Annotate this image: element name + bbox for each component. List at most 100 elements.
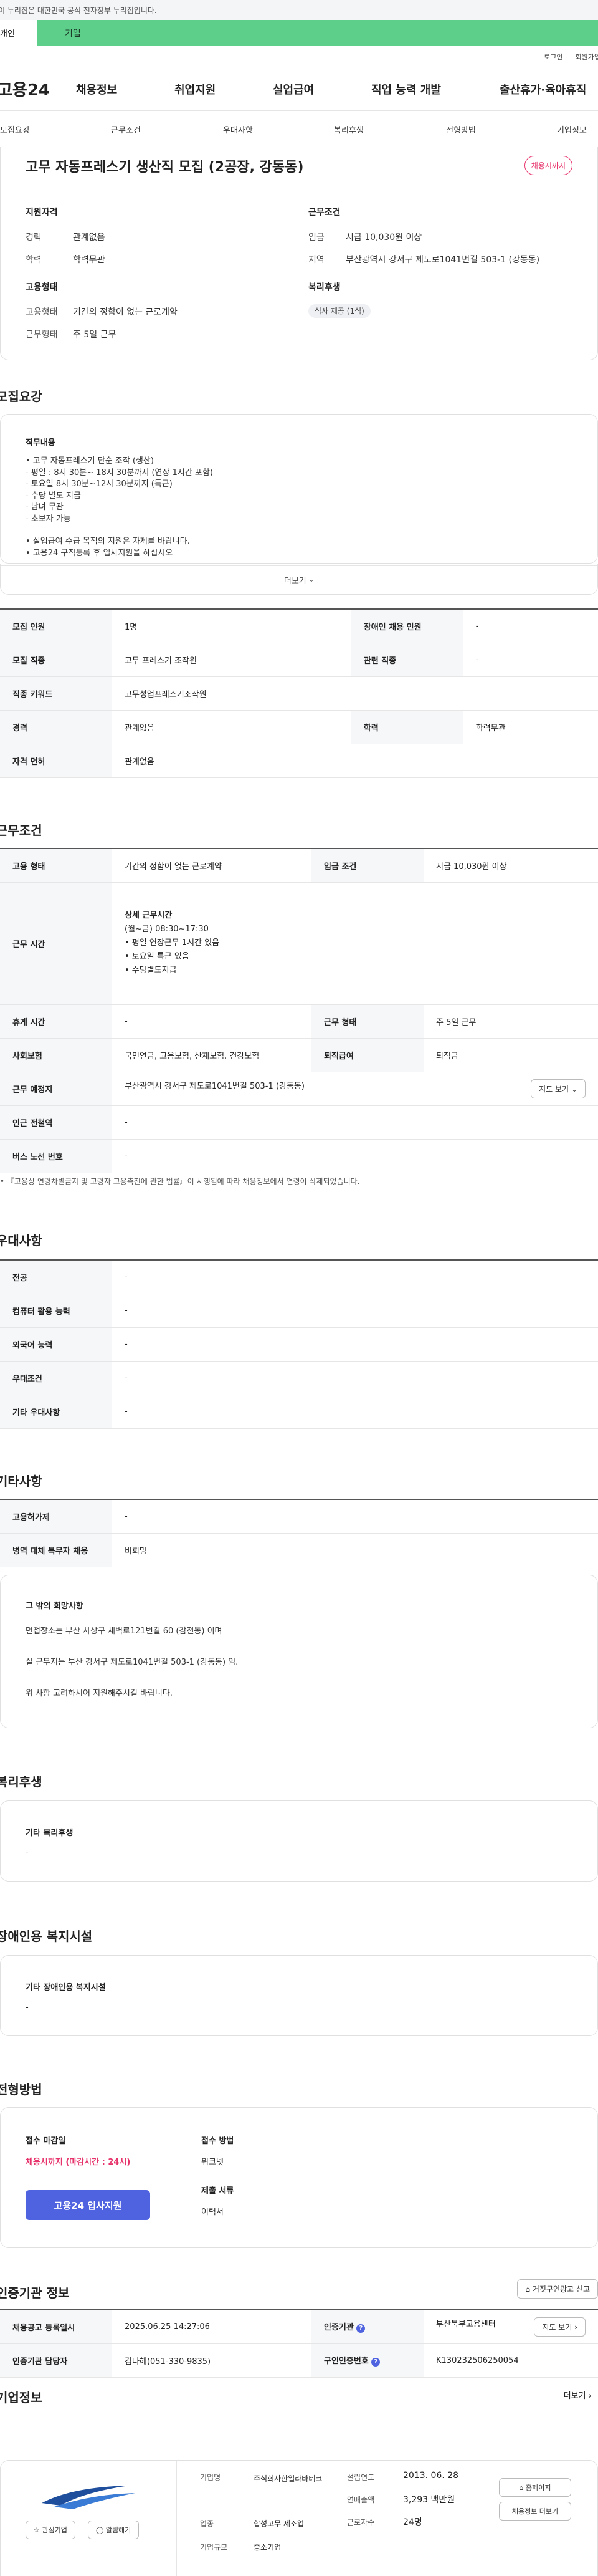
- wage-value: 시급 10,030원 이상: [346, 233, 422, 243]
- education-label: 학력: [351, 710, 463, 744]
- map-view-label: 지도 보기: [539, 1084, 569, 1093]
- disabled-count-value: -: [463, 608, 598, 643]
- subnav-pref[interactable]: 우대사항: [223, 123, 253, 135]
- age-footnote-text: 『고용상 연령차별금지 및 고령자 고용촉진에 관한 법률』이 시행됨에 따라 …: [6, 1177, 360, 1186]
- qualification-heading: 지원자격: [26, 208, 58, 218]
- company-name-label: 기업명: [200, 2473, 221, 2482]
- join-link[interactable]: 회원가입: [576, 52, 598, 62]
- break-value: -: [112, 1004, 311, 1039]
- job-summary-card: 고무 자동프레스기 생산직 모집 (2공장, 강동동) 채용시까지 지원자격 경…: [0, 147, 598, 360]
- disabled-count-label: 장애인 채용 인원: [351, 608, 463, 643]
- manager-label: 인증기관 담당자: [0, 2343, 112, 2378]
- login-link[interactable]: 로그인: [544, 52, 562, 62]
- gnb-item-support[interactable]: 취업지원: [174, 81, 273, 97]
- section-nav: 모집요강 근무조건 우대사항 복리후생 전형방법 기업정보: [0, 111, 598, 147]
- education-label: 학력: [26, 255, 42, 265]
- gnb-item-training[interactable]: 직업 능력 개발: [371, 81, 500, 97]
- method-value: 워크넷: [201, 2158, 224, 2167]
- company-name-value: 주식회사한일라바테크: [254, 2474, 323, 2483]
- duty-spacer: [26, 525, 213, 536]
- tab-company[interactable]: 기업: [37, 20, 598, 46]
- cert-table: 채용공고 등록일시 2025.06.25 14:27:06 인증기관 ? 부산북부고용…: [0, 2309, 598, 2378]
- chevron-down-icon: ⌄: [571, 1084, 577, 1093]
- subnav-recruit[interactable]: 모집요강: [0, 123, 30, 135]
- duty-line: - 평일 : 8시 30분~ 18시 30분까지 (연장 1시간 포함): [26, 468, 213, 478]
- permit-value: -: [112, 1499, 598, 1534]
- screen-box: 접수 마감일 채용시까지 (마감시간 : 24시) 고용24 입사지원 접수 방…: [0, 2107, 598, 2248]
- cert-id-label-text: 구인인증번호: [324, 2357, 369, 2366]
- cert-id-value: K130232506250054: [424, 2343, 598, 2378]
- revenue-label: 연매출액: [347, 2496, 375, 2504]
- wish-line: 면접장소는 부산 사상구 새벽로121번길 60 (감전동) 이며: [26, 1627, 222, 1636]
- pref-language-label: 외국어 능력: [0, 1327, 112, 1362]
- welfare-etc-heading: 기타 복리후생: [26, 1829, 74, 1838]
- follow-label: 알림해기: [105, 2526, 131, 2534]
- info-icon[interactable]: ?: [356, 2324, 366, 2333]
- work-type-label: 근무형태: [26, 330, 58, 340]
- subnav-screen[interactable]: 전형방법: [446, 123, 476, 135]
- employment-heading: 고용형태: [26, 282, 58, 292]
- company-box: ☆ 관심기업 ◯ 알림해기 기업명 주식회사한일라바테크 업종 합성고무 제조업…: [0, 2460, 598, 2576]
- employment-block: 고용형태 고용형태 기간의 정함이 없는 근로계약 근무형태 주 5일 근무: [26, 281, 178, 350]
- info-icon[interactable]: ?: [371, 2358, 381, 2367]
- welfare-box: 기타 복리후생 -: [0, 1800, 598, 1882]
- duty-line: - 토요일 8시 30분~12시 30분까지 (특근): [26, 479, 173, 489]
- bus-label: 버스 노선 번호: [0, 1139, 112, 1173]
- insurance-value: 국민연금, 고용보험, 산재보험, 건강보험: [112, 1038, 311, 1072]
- false-ad-report-button[interactable]: ⌂ 거짓구인광고 신고: [517, 2279, 598, 2299]
- apply-button[interactable]: 고용24 입사지원: [26, 2190, 150, 2220]
- gnb-item-jobs[interactable]: 채용정보: [76, 81, 174, 97]
- gov-notice-bar: 이 누리집은 대한민국 공식 전자정부 누리집입니다.: [0, 0, 598, 20]
- disab-value: -: [26, 2003, 29, 2012]
- docs-value: 이력서: [201, 2208, 224, 2217]
- site-logo[interactable]: 고용24: [0, 77, 76, 100]
- revenue-value: 3,293 백만원: [403, 2495, 455, 2505]
- subnav-welfare[interactable]: 복리후생: [334, 123, 364, 135]
- utility-links: 로그인 회원가입: [0, 46, 598, 67]
- company-logo: [36, 2482, 141, 2509]
- emp-type-value: 기간의 정함이 없는 근로계약: [112, 848, 311, 883]
- homepage-button[interactable]: ⌂ 홈페이지: [499, 2478, 571, 2497]
- wage-cond-label: 임금 조건: [311, 848, 424, 883]
- bus-value: -: [112, 1139, 598, 1173]
- subnav-company[interactable]: 기업정보: [557, 123, 587, 135]
- work-hours-label: 근무 시간: [0, 882, 112, 1005]
- company-logo-graphic: [42, 2486, 135, 2509]
- qualification-block: 지원자격 경력 관계없음 학력 학력무관: [26, 206, 105, 276]
- career-label: 경력: [0, 710, 112, 744]
- pref-etc-label: 기타 우대사항: [0, 1395, 112, 1429]
- emp-type-value: 기간의 정함이 없는 근로계약: [73, 307, 178, 317]
- subnav-work[interactable]: 근무조건: [111, 123, 141, 135]
- star-icon: ☆: [34, 2526, 40, 2534]
- manager-value: 김다혜(051-330-9835): [112, 2343, 311, 2378]
- career-value: 관계없음: [112, 710, 351, 744]
- company-more-link[interactable]: 더보기 ›: [564, 2389, 592, 2401]
- tab-personal[interactable]: 개인: [0, 20, 37, 46]
- gnb-item-benefit[interactable]: 실업급여: [273, 81, 371, 97]
- duty-line: - 수당 별도 지급: [26, 491, 81, 501]
- recruit-count-label: 모집 인원: [0, 608, 112, 643]
- job-keyword-label: 직종 키워드: [0, 676, 112, 711]
- emp-type-label: 고용형태: [26, 307, 58, 317]
- job-category-value: 고무 프레스기 조작원: [112, 643, 351, 677]
- age-footnote: • 『고용상 연령차별금지 및 고령자 고용촉진에 관한 법률』이 시행됨에 따…: [0, 1177, 360, 1186]
- wage-cond-value: 시급 10,030원 이상: [424, 848, 598, 883]
- duty-text: • 고무 자동프레스기 단순 조작 (생산) - 평일 : 8시 30분~ 18…: [26, 456, 213, 559]
- education-value: 학력무관: [73, 255, 105, 265]
- follow-button[interactable]: ◯ 알림해기: [88, 2521, 140, 2539]
- screen-section-title: 전형방법: [0, 2082, 42, 2097]
- est-value: 2013. 06. 28: [403, 2471, 459, 2481]
- cert-org-name: 부산북부고용센터: [436, 2319, 496, 2329]
- pref-computer-label: 컴퓨터 활용 능력: [0, 1294, 112, 1328]
- cert-map-button[interactable]: 지도 보기 ›: [534, 2317, 586, 2337]
- more-jobs-button[interactable]: 채용정보 더보기: [499, 2502, 571, 2521]
- map-view-button[interactable]: 지도 보기 ⌄: [531, 1079, 586, 1098]
- gnb-item-leave[interactable]: 출산휴가·육아휴직: [500, 81, 586, 97]
- employees-label: 근로자수: [347, 2518, 375, 2527]
- duty-line: • 고용24 구직등록 후 입사지원을 하십시오: [26, 548, 173, 558]
- size-value: 중소기업: [254, 2543, 282, 2552]
- fav-company-button[interactable]: ☆ 관심기업: [26, 2521, 75, 2539]
- career-label: 경력: [26, 233, 42, 243]
- wish-heading: 그 밖의 희망사항: [26, 1602, 83, 1611]
- est-label: 설립연도: [347, 2473, 375, 2482]
